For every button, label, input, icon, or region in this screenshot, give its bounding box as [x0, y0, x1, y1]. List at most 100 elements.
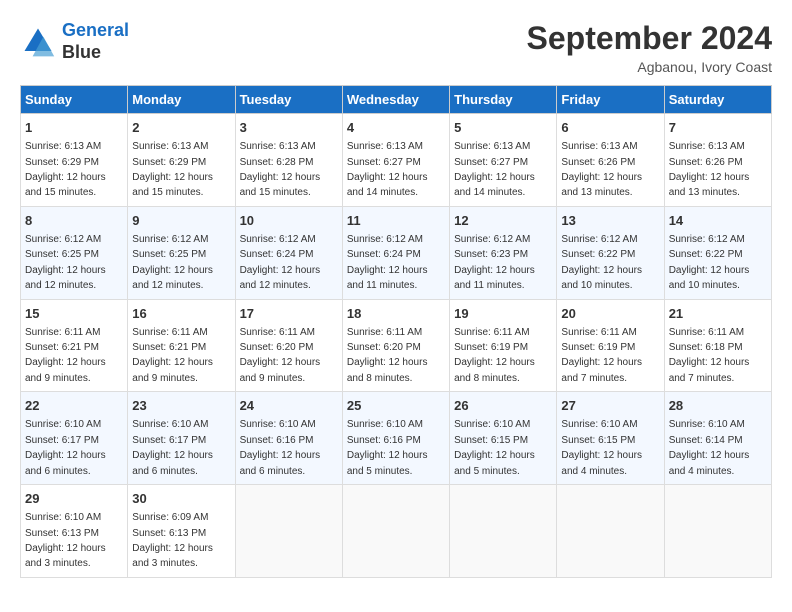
calendar-day-cell: 17 Sunrise: 6:11 AMSunset: 6:20 PMDayligh…	[235, 299, 342, 392]
day-number: 28	[669, 397, 767, 415]
day-number: 14	[669, 212, 767, 230]
calendar-day-cell: 4 Sunrise: 6:13 AMSunset: 6:27 PMDaylight…	[342, 114, 449, 207]
day-info: Sunrise: 6:13 AMSunset: 6:28 PMDaylight:…	[240, 141, 321, 198]
day-number: 10	[240, 212, 338, 230]
calendar-day-cell: 15Sunrise: 6:11 AMSunset: 6:21 PMDayligh…	[21, 299, 128, 392]
day-number: 17	[240, 305, 338, 323]
calendar-day-cell: 21Sunrise: 6:11 AMSunset: 6:18 PMDayligh…	[664, 299, 771, 392]
day-number: 22	[25, 397, 123, 415]
calendar-empty-cell	[664, 485, 771, 578]
calendar-day-cell: 9Sunrise: 6:12 AMSunset: 6:25 PMDaylight…	[128, 206, 235, 299]
day-number: 26	[454, 397, 552, 415]
day-info: Sunrise: 6:12 AMSunset: 6:22 PMDaylight:…	[561, 234, 642, 291]
calendar-day-cell: 6 Sunrise: 6:13 AMSunset: 6:26 PMDaylight…	[557, 114, 664, 207]
day-info: Sunrise: 6:11 AMSunset: 6:19 PMDaylight:…	[454, 327, 535, 384]
calendar-day-cell: 7 Sunrise: 6:13 AMSunset: 6:26 PMDaylight…	[664, 114, 771, 207]
day-number: 24	[240, 397, 338, 415]
calendar-week-row: 22 Sunrise: 6:10 AMSunset: 6:17 PMDayligh…	[21, 392, 772, 485]
calendar-header-row: Sunday Monday Tuesday Wednesday Thursday…	[21, 86, 772, 114]
calendar-week-row: 29Sunrise: 6:10 AMSunset: 6:13 PMDayligh…	[21, 485, 772, 578]
calendar-day-cell: 11 Sunrise: 6:12 AMSunset: 6:24 PMDayligh…	[342, 206, 449, 299]
calendar-week-row: 8 Sunrise: 6:12 AMSunset: 6:25 PMDaylight…	[21, 206, 772, 299]
col-friday: Friday	[557, 86, 664, 114]
day-number: 29	[25, 490, 123, 508]
logo: GeneralBlue	[20, 20, 129, 63]
day-info: Sunrise: 6:11 AMSunset: 6:20 PMDaylight:…	[347, 327, 428, 384]
calendar-table: Sunday Monday Tuesday Wednesday Thursday…	[20, 85, 772, 578]
calendar-day-cell: 23Sunrise: 6:10 AMSunset: 6:17 PMDayligh…	[128, 392, 235, 485]
day-info: Sunrise: 6:13 AMSunset: 6:26 PMDaylight:…	[669, 141, 750, 198]
day-info: Sunrise: 6:10 AMSunset: 6:16 PMDaylight:…	[240, 419, 321, 476]
day-info: Sunrise: 6:12 AMSunset: 6:24 PMDaylight:…	[347, 234, 428, 291]
calendar-day-cell: 13 Sunrise: 6:12 AMSunset: 6:22 PMDayligh…	[557, 206, 664, 299]
calendar-day-cell: 12 Sunrise: 6:12 AMSunset: 6:23 PMDayligh…	[450, 206, 557, 299]
calendar-day-cell: 10 Sunrise: 6:12 AMSunset: 6:24 PMDayligh…	[235, 206, 342, 299]
day-info: Sunrise: 6:11 AMSunset: 6:21 PMDaylight:…	[132, 327, 213, 384]
day-info: Sunrise: 6:10 AMSunset: 6:15 PMDaylight:…	[561, 419, 642, 476]
day-number: 7	[669, 119, 767, 137]
calendar-day-cell: 8 Sunrise: 6:12 AMSunset: 6:25 PMDaylight…	[21, 206, 128, 299]
day-info: Sunrise: 6:13 AMSunset: 6:27 PMDaylight:…	[347, 141, 428, 198]
day-number: 18	[347, 305, 445, 323]
calendar-day-cell: 14 Sunrise: 6:12 AMSunset: 6:22 PMDayligh…	[664, 206, 771, 299]
page-header: GeneralBlue September 2024 Agbanou, Ivor…	[20, 20, 772, 75]
day-number: 8	[25, 212, 123, 230]
calendar-day-cell: 24 Sunrise: 6:10 AMSunset: 6:16 PMDayligh…	[235, 392, 342, 485]
title-block: September 2024 Agbanou, Ivory Coast	[527, 20, 772, 75]
day-info: Sunrise: 6:12 AMSunset: 6:23 PMDaylight:…	[454, 234, 535, 291]
day-info: Sunrise: 6:11 AMSunset: 6:19 PMDaylight:…	[561, 327, 642, 384]
day-info: Sunrise: 6:10 AMSunset: 6:17 PMDaylight:…	[132, 419, 213, 476]
day-info: Sunrise: 6:13 AMSunset: 6:27 PMDaylight:…	[454, 141, 535, 198]
day-number: 5	[454, 119, 552, 137]
day-info: Sunrise: 6:09 AMSunset: 6:13 PMDaylight:…	[132, 512, 213, 569]
day-info: Sunrise: 6:13 AMSunset: 6:26 PMDaylight:…	[561, 141, 642, 198]
day-number: 6	[561, 119, 659, 137]
day-number: 1	[25, 119, 123, 137]
day-number: 27	[561, 397, 659, 415]
col-wednesday: Wednesday	[342, 86, 449, 114]
calendar-empty-cell	[450, 485, 557, 578]
calendar-day-cell: 25Sunrise: 6:10 AMSunset: 6:16 PMDayligh…	[342, 392, 449, 485]
calendar-day-cell: 22 Sunrise: 6:10 AMSunset: 6:17 PMDayligh…	[21, 392, 128, 485]
day-info: Sunrise: 6:10 AMSunset: 6:17 PMDaylight:…	[25, 419, 106, 476]
calendar-day-cell: 20 Sunrise: 6:11 AMSunset: 6:19 PMDayligh…	[557, 299, 664, 392]
day-info: Sunrise: 6:13 AMSunset: 6:29 PMDaylight:…	[25, 141, 106, 198]
calendar-day-cell: 26 Sunrise: 6:10 AMSunset: 6:15 PMDayligh…	[450, 392, 557, 485]
calendar-empty-cell	[235, 485, 342, 578]
col-saturday: Saturday	[664, 86, 771, 114]
day-info: Sunrise: 6:12 AMSunset: 6:22 PMDaylight:…	[669, 234, 750, 291]
calendar-day-cell: 1 Sunrise: 6:13 AMSunset: 6:29 PMDaylight…	[21, 114, 128, 207]
location-title: Agbanou, Ivory Coast	[527, 59, 772, 75]
day-number: 13	[561, 212, 659, 230]
calendar-day-cell: 16Sunrise: 6:11 AMSunset: 6:21 PMDayligh…	[128, 299, 235, 392]
day-number: 9	[132, 212, 230, 230]
calendar-empty-cell	[557, 485, 664, 578]
calendar-day-cell: 3 Sunrise: 6:13 AMSunset: 6:28 PMDaylight…	[235, 114, 342, 207]
day-info: Sunrise: 6:10 AMSunset: 6:14 PMDaylight:…	[669, 419, 750, 476]
day-info: Sunrise: 6:10 AMSunset: 6:15 PMDaylight:…	[454, 419, 535, 476]
calendar-day-cell: 2Sunrise: 6:13 AMSunset: 6:29 PMDaylight…	[128, 114, 235, 207]
col-sunday: Sunday	[21, 86, 128, 114]
day-number: 3	[240, 119, 338, 137]
calendar-day-cell: 19Sunrise: 6:11 AMSunset: 6:19 PMDayligh…	[450, 299, 557, 392]
calendar-day-cell: 27 Sunrise: 6:10 AMSunset: 6:15 PMDayligh…	[557, 392, 664, 485]
calendar-week-row: 15Sunrise: 6:11 AMSunset: 6:21 PMDayligh…	[21, 299, 772, 392]
day-info: Sunrise: 6:13 AMSunset: 6:29 PMDaylight:…	[132, 141, 213, 198]
calendar-empty-cell	[342, 485, 449, 578]
day-number: 4	[347, 119, 445, 137]
day-info: Sunrise: 6:11 AMSunset: 6:18 PMDaylight:…	[669, 327, 750, 384]
col-thursday: Thursday	[450, 86, 557, 114]
calendar-day-cell: 28 Sunrise: 6:10 AMSunset: 6:14 PMDayligh…	[664, 392, 771, 485]
month-title: September 2024	[527, 20, 772, 57]
col-tuesday: Tuesday	[235, 86, 342, 114]
logo-icon	[20, 24, 56, 60]
day-info: Sunrise: 6:12 AMSunset: 6:25 PMDaylight:…	[25, 234, 106, 291]
calendar-day-cell: 5 Sunrise: 6:13 AMSunset: 6:27 PMDaylight…	[450, 114, 557, 207]
day-info: Sunrise: 6:12 AMSunset: 6:24 PMDaylight:…	[240, 234, 321, 291]
day-number: 20	[561, 305, 659, 323]
day-info: Sunrise: 6:11 AMSunset: 6:20 PMDaylight:…	[240, 327, 321, 384]
day-number: 12	[454, 212, 552, 230]
calendar-day-cell: 30Sunrise: 6:09 AMSunset: 6:13 PMDayligh…	[128, 485, 235, 578]
calendar-day-cell: 29Sunrise: 6:10 AMSunset: 6:13 PMDayligh…	[21, 485, 128, 578]
day-number: 11	[347, 212, 445, 230]
